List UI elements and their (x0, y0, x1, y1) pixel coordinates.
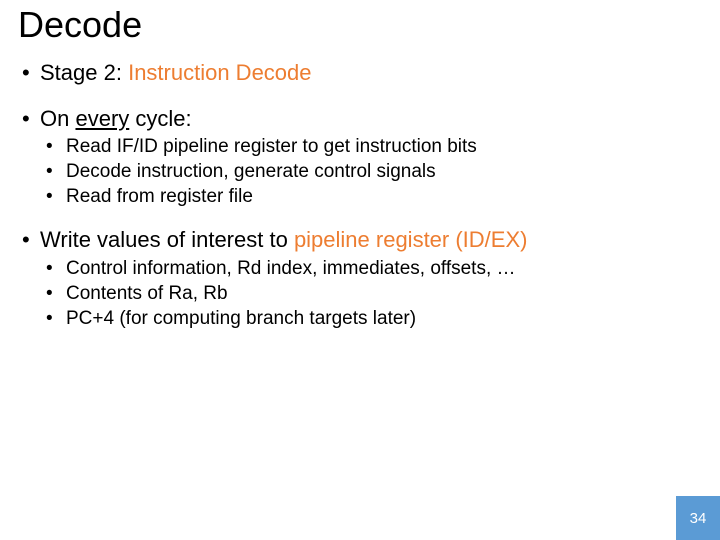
subbullet-contents-ra-rb: Contents of Ra, Rb (40, 282, 702, 307)
page-number-box: 34 (676, 496, 720, 540)
subbullet-read-regfile: Read from register file (40, 185, 702, 210)
subbullet-decode-instruction: Decode instruction, generate control sig… (40, 160, 702, 185)
slide-title: Decode (18, 4, 702, 46)
bullet-write-values: Write values of interest to pipeline reg… (18, 225, 702, 331)
bullet-every-cycle-post: cycle: (129, 106, 191, 131)
bullet-write-values-pre: Write values of interest to (40, 227, 294, 252)
bullet-every-cycle: On every cycle: Read IF/ID pipeline regi… (18, 104, 702, 210)
page-number: 34 (690, 510, 707, 527)
bullet-write-values-highlight: pipeline register (ID/EX) (294, 227, 528, 252)
bullet-stage-2-pre: Stage 2: (40, 60, 128, 85)
bullet-every-cycle-underlined: every (75, 106, 129, 131)
bullet-every-cycle-pre: On (40, 106, 75, 131)
subbullet-pc-plus-4: PC+4 (for computing branch targets later… (40, 307, 702, 332)
bullet-list-level1: Stage 2: Instruction Decode On every cyc… (18, 58, 702, 331)
write-values-sublist: Control information, Rd index, immediate… (40, 257, 702, 331)
bullet-stage-2-highlight: Instruction Decode (128, 60, 311, 85)
subbullet-control-info: Control information, Rd index, immediate… (40, 257, 702, 282)
slide: Decode Stage 2: Instruction Decode On ev… (0, 0, 720, 540)
every-cycle-sublist: Read IF/ID pipeline register to get inst… (40, 135, 702, 209)
bullet-stage-2: Stage 2: Instruction Decode (18, 58, 702, 88)
subbullet-read-ifid: Read IF/ID pipeline register to get inst… (40, 135, 702, 160)
